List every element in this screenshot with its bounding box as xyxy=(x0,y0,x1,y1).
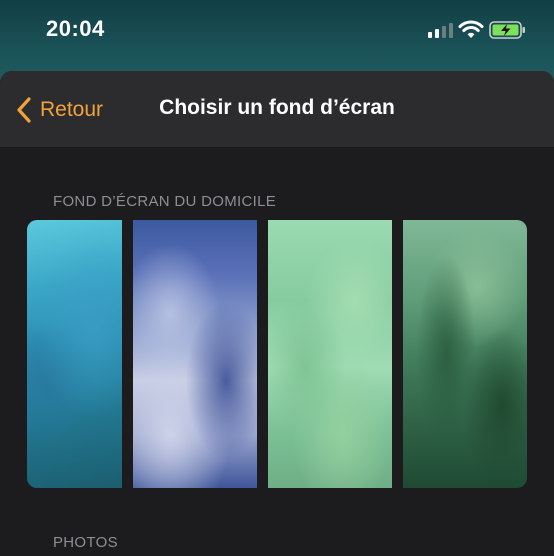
wallpaper-thumbnail-indigo[interactable] xyxy=(133,220,257,488)
back-button[interactable]: Retour xyxy=(14,93,103,127)
navigation-bar: Choisir un fond d’écran Retour xyxy=(0,71,554,147)
wifi-icon xyxy=(458,20,484,38)
section-header-home-wallpaper: FOND D’ÉCRAN DU DOMICILE xyxy=(53,193,277,210)
back-button-label: Retour xyxy=(40,98,104,121)
wallpaper-thumbnail-light-green[interactable] xyxy=(268,220,392,488)
battery-charging-icon xyxy=(489,21,525,39)
cellular-signal-icon xyxy=(428,23,453,38)
section-header-photos: PHOTOS xyxy=(53,534,118,551)
wallpaper-thumbnail-dark-green[interactable] xyxy=(403,220,527,488)
wallpaper-thumbnail-blue[interactable] xyxy=(27,220,122,488)
status-time: 20:04 xyxy=(46,16,105,41)
wallpaper-picker-sheet: Choisir un fond d’écran Retour FOND D’ÉC… xyxy=(0,71,554,556)
status-bar: 20:04 xyxy=(0,0,554,64)
chevron-left-icon xyxy=(17,97,31,123)
